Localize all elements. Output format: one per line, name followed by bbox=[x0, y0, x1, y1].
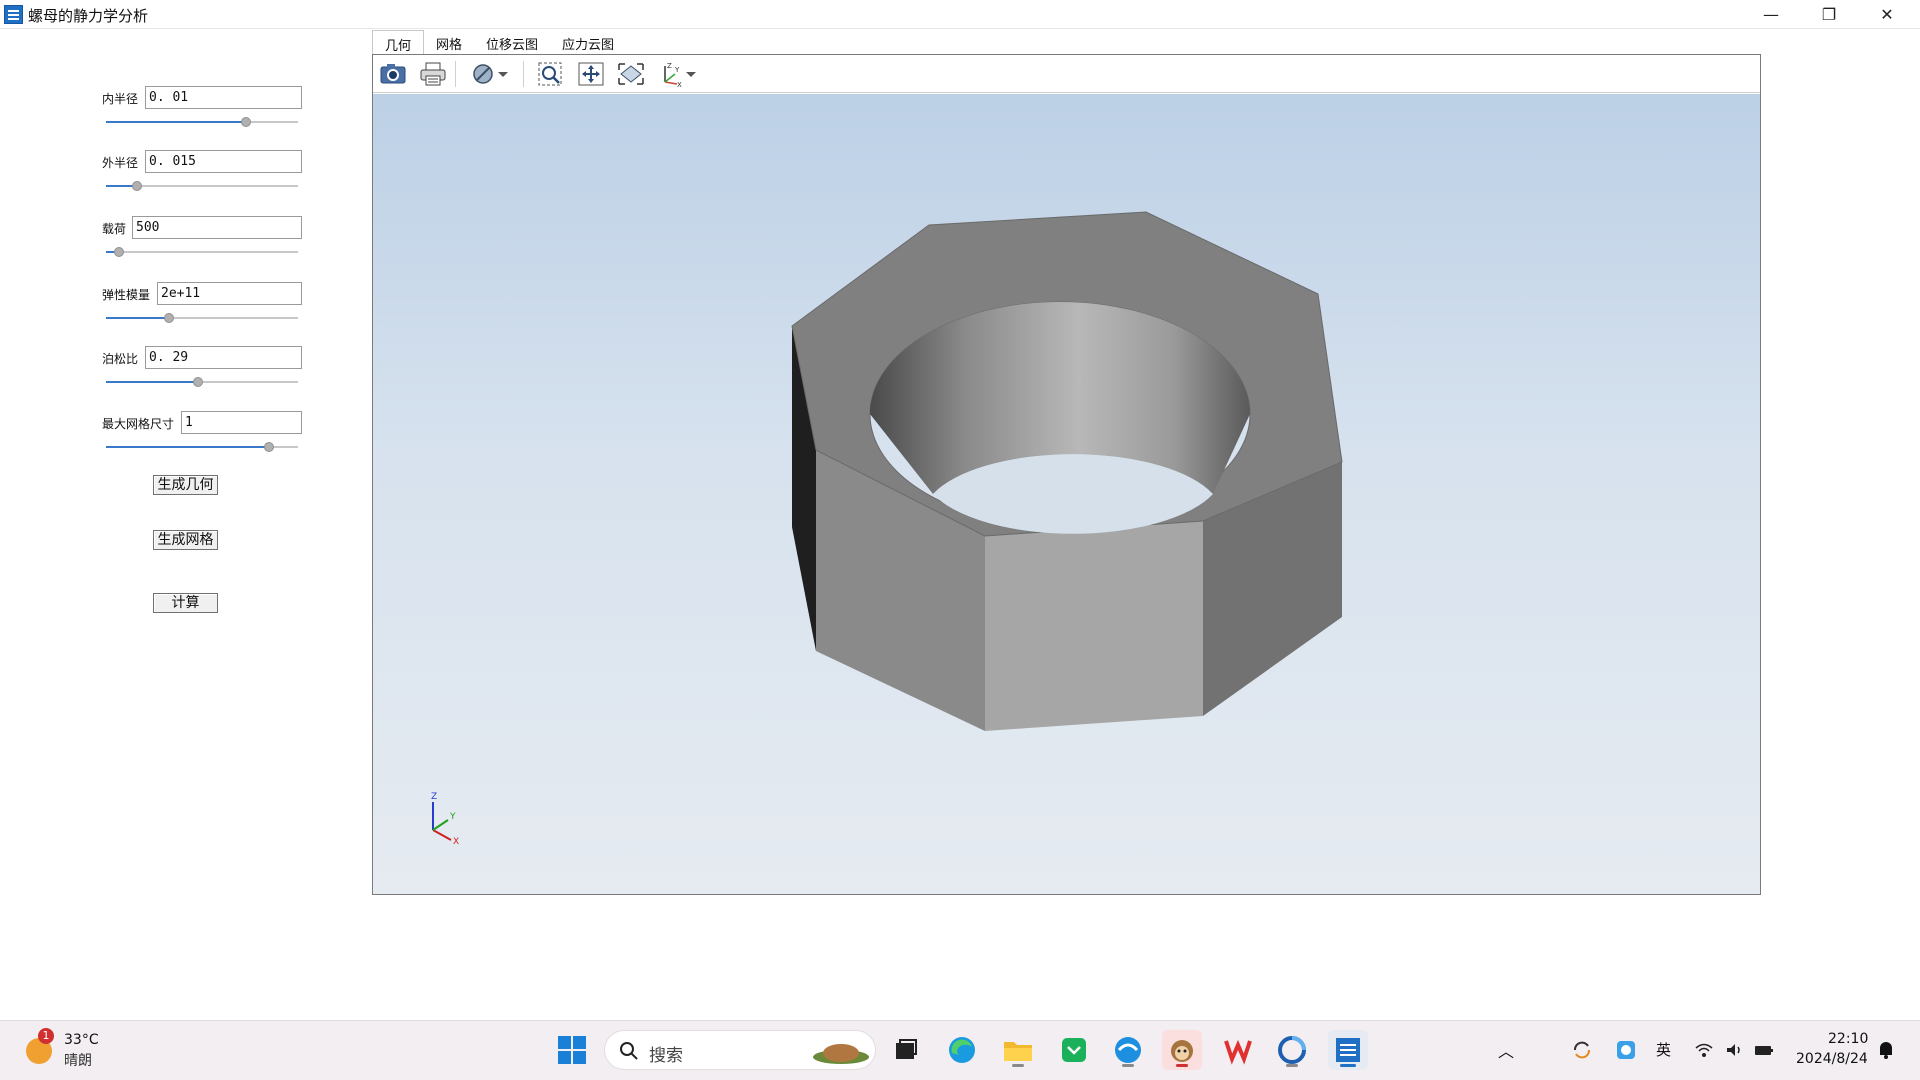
fit-all-icon[interactable] bbox=[615, 60, 647, 88]
load-label: 载荷 bbox=[102, 222, 127, 236]
wifi-icon[interactable] bbox=[1688, 1030, 1720, 1070]
tab-geometry[interactable]: 几何 bbox=[372, 30, 425, 54]
clock-time[interactable]: 22:10 bbox=[1828, 1031, 1868, 1047]
elastic-modulus-slider[interactable] bbox=[106, 310, 298, 326]
camera-icon[interactable] bbox=[377, 60, 409, 88]
tab-displacement[interactable]: 位移云图 bbox=[474, 30, 550, 54]
svg-text:Y: Y bbox=[449, 812, 456, 822]
poisson-ratio-input[interactable] bbox=[145, 346, 302, 369]
search-placeholder: 搜索 bbox=[649, 1046, 683, 1066]
weather-alert-badge: 1 bbox=[38, 1028, 54, 1044]
app-window: 螺母的静力学分析 — ❐ ✕ 内半径 外半径 载荷 弹性模量 泊松比 最大网格尺… bbox=[0, 0, 1920, 1080]
tray-overflow-icon[interactable]: ︿ bbox=[1498, 1038, 1514, 1062]
monkey-app-icon[interactable] bbox=[1162, 1030, 1202, 1070]
load-input[interactable] bbox=[132, 216, 302, 239]
svg-text:Z: Z bbox=[431, 792, 437, 802]
security-app-icon[interactable] bbox=[1610, 1030, 1642, 1070]
weather-temp: 33°C bbox=[64, 1032, 99, 1048]
swirl-app-icon[interactable] bbox=[1272, 1030, 1312, 1070]
maximize-button[interactable]: ❐ bbox=[1800, 0, 1858, 29]
max-mesh-size-input[interactable] bbox=[181, 411, 302, 434]
load-slider[interactable] bbox=[106, 244, 298, 260]
slider-thumb[interactable] bbox=[264, 442, 275, 452]
slider-thumb[interactable] bbox=[164, 313, 175, 323]
outer-radius-slider[interactable] bbox=[106, 178, 298, 194]
view-panel: YXZ Z Y X bbox=[372, 54, 1761, 895]
close-button[interactable]: ✕ bbox=[1858, 0, 1916, 29]
browser-icon[interactable] bbox=[1108, 1030, 1148, 1070]
inner-radius-slider[interactable] bbox=[106, 114, 298, 130]
inner-radius-input[interactable] bbox=[145, 86, 302, 109]
clock-date[interactable]: 2024/8/24 bbox=[1796, 1051, 1868, 1067]
title-bar: 螺母的静力学分析 — ❐ ✕ bbox=[0, 0, 1920, 29]
inner-radius-label: 内半径 bbox=[102, 92, 139, 106]
slider-thumb[interactable] bbox=[241, 117, 252, 127]
active-app-icon[interactable] bbox=[1328, 1030, 1368, 1070]
max-mesh-size-label: 最大网格尺寸 bbox=[102, 417, 175, 431]
taskbar-search[interactable]: 搜索 bbox=[604, 1030, 876, 1070]
generate-mesh-button[interactable]: 生成网格 bbox=[153, 530, 218, 550]
start-icon[interactable] bbox=[552, 1030, 592, 1070]
generate-geometry-button[interactable]: 生成几何 bbox=[153, 475, 218, 495]
slider-thumb[interactable] bbox=[131, 181, 142, 191]
search-icon bbox=[620, 1042, 638, 1060]
max-mesh-size-slider[interactable] bbox=[106, 439, 298, 455]
zoom-box-icon[interactable] bbox=[535, 60, 567, 88]
svg-text:X: X bbox=[453, 837, 459, 847]
ime-indicator[interactable]: 英 bbox=[1656, 1039, 1671, 1060]
toolbar-separator bbox=[523, 61, 524, 87]
elastic-modulus-label: 弹性模量 bbox=[102, 288, 151, 302]
weather-widget[interactable]: 1 33°C 晴朗 bbox=[22, 1028, 132, 1072]
view-toolbar: YX Z bbox=[373, 55, 1760, 93]
compute-button[interactable]: 计算 bbox=[153, 593, 218, 613]
elastic-modulus-input[interactable] bbox=[157, 282, 302, 305]
window-title: 螺母的静力学分析 bbox=[28, 7, 149, 25]
toolbar-separator bbox=[455, 61, 456, 87]
axes-triad: Z Y X bbox=[431, 792, 459, 847]
task-view-icon[interactable] bbox=[886, 1030, 926, 1070]
wps-icon[interactable] bbox=[1218, 1030, 1258, 1070]
print-icon[interactable] bbox=[417, 60, 449, 88]
app-icon bbox=[4, 5, 23, 24]
3d-viewport[interactable]: Z Y X bbox=[373, 94, 1760, 894]
tab-mesh[interactable]: 网格 bbox=[424, 30, 474, 54]
weather-desc: 晴朗 bbox=[64, 1053, 92, 1069]
dropdown-arrow-icon[interactable] bbox=[683, 60, 699, 88]
nut-side-face-front bbox=[985, 521, 1203, 731]
svg-text:Y: Y bbox=[674, 66, 680, 74]
minimize-button[interactable]: — bbox=[1742, 0, 1800, 29]
svg-text:X: X bbox=[677, 81, 682, 88]
battery-icon[interactable] bbox=[1748, 1030, 1780, 1070]
edge-icon[interactable] bbox=[942, 1030, 982, 1070]
poisson-ratio-label: 泊松比 bbox=[102, 352, 139, 366]
svg-text:Z: Z bbox=[667, 62, 672, 70]
outer-radius-label: 外半径 bbox=[102, 156, 139, 170]
volume-icon[interactable] bbox=[1718, 1030, 1750, 1070]
dropdown-arrow-icon[interactable] bbox=[495, 60, 511, 88]
search-highlight-icon bbox=[813, 1044, 869, 1064]
view-tabs: 几何 网格 位移云图 应力云图 bbox=[372, 30, 626, 54]
slider-thumb[interactable] bbox=[193, 377, 204, 387]
slider-thumb[interactable] bbox=[114, 247, 125, 257]
outer-radius-input[interactable] bbox=[145, 150, 302, 173]
pan-icon[interactable] bbox=[575, 60, 607, 88]
poisson-ratio-slider[interactable] bbox=[106, 374, 298, 390]
file-explorer-icon[interactable] bbox=[998, 1030, 1038, 1070]
sync-icon[interactable] bbox=[1566, 1030, 1598, 1070]
nut-model: Z Y X bbox=[431, 211, 1343, 847]
notification-bell-icon[interactable] bbox=[1866, 1030, 1906, 1070]
wechat-icon[interactable] bbox=[1054, 1030, 1094, 1070]
tab-stress[interactable]: 应力云图 bbox=[550, 30, 626, 54]
